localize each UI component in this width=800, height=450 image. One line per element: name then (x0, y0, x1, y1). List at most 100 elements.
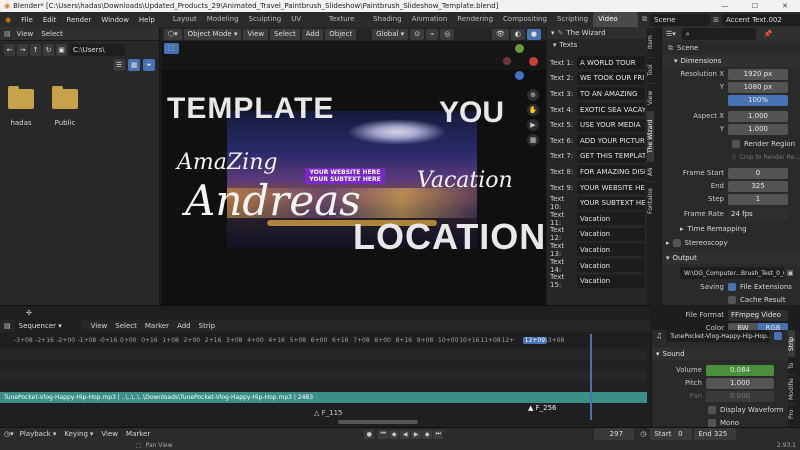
play-reverse-icon[interactable]: ◀ (400, 429, 411, 439)
wizard-text-field[interactable]: Vacation (577, 243, 645, 257)
sequencer-channels[interactable] (0, 348, 647, 392)
play-icon[interactable]: ▶ (411, 429, 422, 439)
gizmo-neg-x-icon[interactable] (503, 57, 511, 65)
menu-render[interactable]: Render (61, 16, 96, 24)
frame-step-field[interactable]: 1 (728, 193, 788, 205)
wizard-header[interactable]: ▾ ✎ The Wizard (547, 27, 647, 39)
file-browser-menu-select[interactable]: Select (41, 30, 63, 38)
viewport-3d[interactable]: ⬡▾ Object Mode ▾ View Select Add Object … (161, 27, 546, 305)
tab-time[interactable]: To (788, 356, 795, 374)
tab-the-wizard[interactable]: The Wizard (647, 111, 654, 161)
tab-shading[interactable]: Shading (368, 12, 406, 27)
tab-modifiers[interactable]: Modifie (788, 374, 795, 404)
mono-checkbox[interactable] (708, 419, 716, 427)
timeline-menu-playback[interactable]: Playback (20, 430, 51, 438)
sound-strip[interactable]: TunePocket-Vlog-Happy-Hip-Hop.mp3 | ..\.… (0, 392, 647, 403)
output-panel-header[interactable]: ▾ Output (662, 252, 800, 264)
timeline-editor-icon[interactable]: ◷▾ (4, 430, 14, 438)
sequencer-menu-view[interactable]: View (91, 322, 108, 330)
file-item-hadas[interactable]: hadas (8, 86, 34, 127)
tab-view[interactable]: View (647, 83, 654, 111)
folder-browse-icon[interactable]: ▣ (787, 269, 794, 277)
tab-layout[interactable]: Layout (168, 12, 202, 27)
menu-edit[interactable]: Edit (38, 16, 62, 24)
frame-rate-dropdown[interactable]: 24 fps (728, 208, 788, 220)
resolution-y-field[interactable]: 1080 px (728, 81, 788, 93)
jump-end-icon[interactable]: ⏭ (433, 429, 444, 439)
wizard-text-field[interactable]: A WORLD TOUR (577, 56, 645, 70)
sequencer-menu-select[interactable]: Select (115, 322, 137, 330)
viewport-visibility-icon[interactable]: 👁 (491, 28, 509, 40)
filter-icon[interactable]: ⏷ (143, 59, 155, 71)
render-region-row[interactable]: Render Region (662, 138, 800, 150)
strip-name-field[interactable]: TunePocket-Vlog-Happy-Hip-Hop... (666, 330, 771, 342)
wizard-text-field[interactable]: GET THIS TEMPLATE (577, 149, 645, 163)
properties-search[interactable]: ⌕ (681, 28, 756, 40)
prev-keyframe-icon[interactable]: ◆ (389, 429, 400, 439)
tab-proxy[interactable]: Pro (788, 404, 795, 424)
grid-icon[interactable]: ▦ (527, 134, 539, 146)
jump-start-icon[interactable]: ⏮ (378, 429, 389, 439)
scene-selector[interactable]: Scene (650, 13, 711, 26)
horizontal-scrollbar[interactable] (338, 420, 418, 424)
viewport-menu-view[interactable]: View (243, 28, 269, 40)
viewport-menu-object[interactable]: Object (325, 28, 357, 40)
tab-an[interactable]: AN (647, 161, 654, 181)
viewport-editor-type-icon[interactable]: ⬡▾ (164, 28, 182, 40)
object-mode-dropdown[interactable]: Object Mode ▾ (183, 28, 242, 40)
wizard-text-field[interactable]: USE YOUR MEDIA (577, 118, 645, 132)
shading-solid-icon[interactable]: ● (526, 28, 541, 40)
tab-compositing[interactable]: Compositing (498, 12, 552, 27)
resolution-x-field[interactable]: 1920 px (728, 68, 788, 80)
viewport-menu-add[interactable]: Add (301, 28, 324, 40)
output-path-field[interactable]: W:\OG_Computer...Brush_Test_0_012 (680, 267, 784, 279)
gizmo-z-axis-icon[interactable] (515, 71, 524, 80)
time-remapping-header[interactable]: ▸ Time Remapping (662, 223, 800, 235)
crop-row[interactable]: Crop to Render Re... (662, 151, 800, 163)
zoom-icon[interactable]: ⊕ (527, 89, 539, 101)
new-folder-icon[interactable]: ▣ (56, 44, 67, 56)
close-button[interactable]: ✕ (770, 2, 800, 10)
stereoscopy-header[interactable]: ▸ Stereoscopy (662, 237, 800, 249)
stereoscopy-checkbox[interactable] (672, 239, 681, 247)
aspect-x-field[interactable]: 1.000 (728, 110, 788, 122)
use-preview-range-icon[interactable]: ◷ (640, 430, 646, 438)
resolution-percent-slider[interactable]: 100% (728, 94, 788, 106)
volume-field[interactable]: 0.084 (706, 364, 774, 376)
timeline-menu-keying[interactable]: Keying (64, 430, 88, 438)
timeline-menu-view[interactable]: View (101, 430, 118, 438)
wizard-text-field[interactable]: YOUR WEBSITE HERE (577, 181, 645, 195)
record-icon[interactable]: ● (364, 429, 375, 439)
pan-hand-icon[interactable]: ✋ (527, 104, 539, 116)
timeline-menu-marker[interactable]: Marker (126, 430, 150, 438)
refresh-icon[interactable]: ↻ (43, 44, 54, 56)
path-field[interactable]: C:\Users\ (69, 44, 125, 56)
next-keyframe-icon[interactable]: ◆ (422, 429, 433, 439)
minimize-button[interactable]: — (710, 2, 740, 10)
playhead[interactable] (590, 334, 592, 420)
file-format-dropdown[interactable]: FFmpeg Video (728, 309, 788, 321)
tab-tool[interactable]: Tool (647, 57, 654, 83)
wizard-text-field[interactable]: TO AN AMAZING (577, 87, 645, 101)
editor-type-icon[interactable]: ▤ (4, 30, 11, 38)
tab-item[interactable]: Item (647, 27, 654, 57)
camera-icon[interactable]: ▶ (527, 119, 539, 131)
wizard-text-field[interactable]: EXOTIC SEA VACAY! (577, 103, 645, 117)
wizard-text-field[interactable]: Vacation (577, 212, 645, 226)
sequencer-type-dropdown[interactable]: Sequencer ▾ (14, 320, 81, 332)
maximize-button[interactable]: ☐ (740, 2, 770, 10)
strip-mute-checkbox[interactable] (774, 332, 783, 340)
collapse-arrow-icon[interactable]: ▾ (553, 41, 557, 49)
proportional-edit-icon[interactable]: ◎ (440, 28, 455, 40)
tab-sculpting[interactable]: Sculpting (244, 12, 287, 27)
overlays-icon[interactable]: ◐ (510, 28, 525, 40)
blender-menu-icon[interactable]: ◉ (0, 16, 16, 24)
frame-end-field[interactable]: 325 (728, 180, 788, 192)
parent-folder-icon[interactable]: ↑ (30, 44, 41, 56)
tab-texture-paint[interactable]: Texture Paint (324, 12, 368, 38)
new-scene-icon[interactable]: ⊞ (713, 16, 719, 24)
wizard-text-field[interactable]: Vacation (577, 259, 645, 273)
file-extensions-checkbox[interactable] (728, 283, 736, 291)
sequencer-editor-icon[interactable]: ▤ (4, 322, 11, 330)
dimensions-panel-header[interactable]: ▾ Dimensions (662, 55, 800, 67)
